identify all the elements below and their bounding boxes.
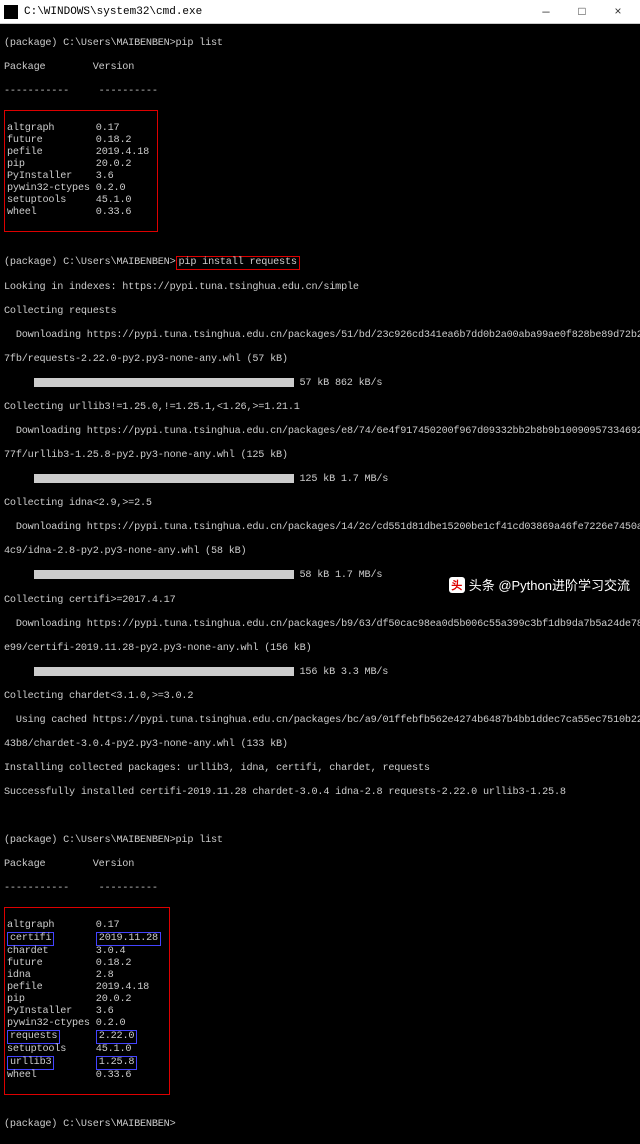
package-row: pywin32-ctypes0.2.0 bbox=[7, 183, 155, 195]
header-sep: ----------- ---------- bbox=[4, 86, 636, 98]
install-line: Collecting urllib3!=1.25.0,!=1.25.1,<1.2… bbox=[4, 402, 636, 414]
cmd-pip-list: pip list bbox=[176, 38, 223, 49]
col-header-ver: Version bbox=[93, 62, 134, 73]
new-version-highlight: 2.22.0 bbox=[96, 1030, 137, 1044]
progress-text: 57 kB 862 kB/s bbox=[300, 378, 383, 389]
install-line: 43b8/chardet-3.0.4-py2.py3-none-any.whl … bbox=[4, 739, 636, 751]
package-row: PyInstaller3.6 bbox=[7, 171, 155, 183]
package-row: idna2.8 bbox=[7, 970, 167, 982]
package-row: future0.18.2 bbox=[7, 958, 167, 970]
package-row: altgraph0.17 bbox=[7, 920, 167, 932]
progress-bar bbox=[34, 378, 294, 387]
window-titlebar: C:\WINDOWS\system32\cmd.exe — □ × bbox=[0, 0, 640, 24]
install-line: e99/certifi-2019.11.28-py2.py3-none-any.… bbox=[4, 643, 636, 655]
highlight-box-install-cmd: pip install requests bbox=[176, 256, 300, 270]
prompt: (package) C:\Users\MAIBENBEN> bbox=[4, 257, 176, 268]
minimize-button[interactable]: — bbox=[528, 0, 564, 24]
progress-bar bbox=[34, 667, 294, 676]
package-row: future0.18.2 bbox=[7, 135, 155, 147]
new-package-highlight: urllib3 bbox=[7, 1056, 54, 1070]
watermark-text: 头条 @Python进阶学习交流 bbox=[469, 575, 630, 594]
package-list-1: altgraph0.17future0.18.2pefile2019.4.18p… bbox=[7, 123, 155, 219]
new-version-highlight: 2019.11.28 bbox=[96, 932, 161, 946]
install-line: 7fb/requests-2.22.0-py2.py3-none-any.whl… bbox=[4, 354, 636, 366]
watermark-icon: 头 bbox=[449, 577, 465, 593]
highlight-box-initial-packages: altgraph0.17future0.18.2pefile2019.4.18p… bbox=[4, 110, 158, 232]
col-header-pkg: Package bbox=[4, 859, 45, 870]
install-line: Collecting certifi>=2017.4.17 bbox=[4, 595, 636, 607]
install-line: Collecting idna<2.9,>=2.5 bbox=[4, 498, 636, 510]
install-line: 77f/urllib3-1.25.8-py2.py3-none-any.whl … bbox=[4, 450, 636, 462]
install-line: 4c9/idna-2.8-py2.py3-none-any.whl (58 kB… bbox=[4, 546, 636, 558]
prompt-end: (package) C:\Users\MAIBENBEN> bbox=[4, 1119, 636, 1131]
col-header-pkg: Package bbox=[4, 62, 45, 73]
progress-text: 156 kB 3.3 MB/s bbox=[300, 667, 389, 678]
package-row: pip20.0.2 bbox=[7, 994, 167, 1006]
install-line: Using cached https://pypi.tuna.tsinghua.… bbox=[4, 715, 636, 727]
install-line: Installing collected packages: urllib3, … bbox=[4, 763, 636, 775]
new-package-highlight: requests bbox=[7, 1030, 60, 1044]
install-line: Downloading https://pypi.tuna.tsinghua.e… bbox=[4, 522, 636, 534]
progress-bar bbox=[34, 474, 294, 483]
watermark: 头 头条 @Python进阶学习交流 bbox=[449, 575, 630, 594]
window-title: C:\WINDOWS\system32\cmd.exe bbox=[24, 6, 528, 18]
package-row: pefile2019.4.18 bbox=[7, 982, 167, 994]
package-row: wheel0.33.6 bbox=[7, 207, 155, 219]
package-row: wheel0.33.6 bbox=[7, 1070, 167, 1082]
install-line: Collecting requests bbox=[4, 306, 636, 318]
install-line: Looking in indexes: https://pypi.tuna.ts… bbox=[4, 282, 636, 294]
new-version-highlight: 1.25.8 bbox=[96, 1056, 137, 1070]
package-row: altgraph0.17 bbox=[7, 123, 155, 135]
package-row: certifi 2019.11.28 bbox=[7, 932, 167, 946]
install-line: Downloading https://pypi.tuna.tsinghua.e… bbox=[4, 619, 636, 631]
window-controls: — □ × bbox=[528, 0, 636, 24]
cmd-icon bbox=[4, 5, 18, 19]
progress-text: 58 kB 1.7 MB/s bbox=[300, 571, 383, 582]
maximize-button[interactable]: □ bbox=[564, 0, 600, 24]
highlight-box-final-packages: altgraph0.17certifi 2019.11.28chardet3.0.… bbox=[4, 907, 170, 1095]
package-row: requests 2.22.0 bbox=[7, 1030, 167, 1044]
cmd-pip-list: pip list bbox=[176, 835, 223, 846]
progress-text: 125 kB 1.7 MB/s bbox=[300, 474, 389, 485]
install-line: Downloading https://pypi.tuna.tsinghua.e… bbox=[4, 426, 636, 438]
package-row: PyInstaller3.6 bbox=[7, 1006, 167, 1018]
header-sep: ----------- ---------- bbox=[4, 883, 636, 895]
install-line: Downloading https://pypi.tuna.tsinghua.e… bbox=[4, 330, 636, 342]
col-header-ver: Version bbox=[93, 859, 134, 870]
new-package-highlight: certifi bbox=[7, 932, 54, 946]
package-list-2: altgraph0.17certifi 2019.11.28chardet3.0.… bbox=[7, 920, 167, 1082]
install-line: Collecting chardet<3.1.0,>=3.0.2 bbox=[4, 691, 636, 703]
progress-bar bbox=[34, 570, 294, 579]
package-row: pywin32-ctypes0.2.0 bbox=[7, 1018, 167, 1030]
package-row: pefile2019.4.18 bbox=[7, 147, 155, 159]
package-row: setuptools45.1.0 bbox=[7, 195, 155, 207]
prompt: (package) C:\Users\MAIBENBEN> bbox=[4, 38, 176, 49]
package-row: chardet3.0.4 bbox=[7, 946, 167, 958]
prompt: (package) C:\Users\MAIBENBEN> bbox=[4, 835, 176, 846]
package-row: setuptools45.1.0 bbox=[7, 1044, 167, 1056]
package-row: pip20.0.2 bbox=[7, 159, 155, 171]
close-button[interactable]: × bbox=[600, 0, 636, 24]
package-row: urllib3 1.25.8 bbox=[7, 1056, 167, 1070]
install-line: Successfully installed certifi-2019.11.2… bbox=[4, 787, 636, 799]
